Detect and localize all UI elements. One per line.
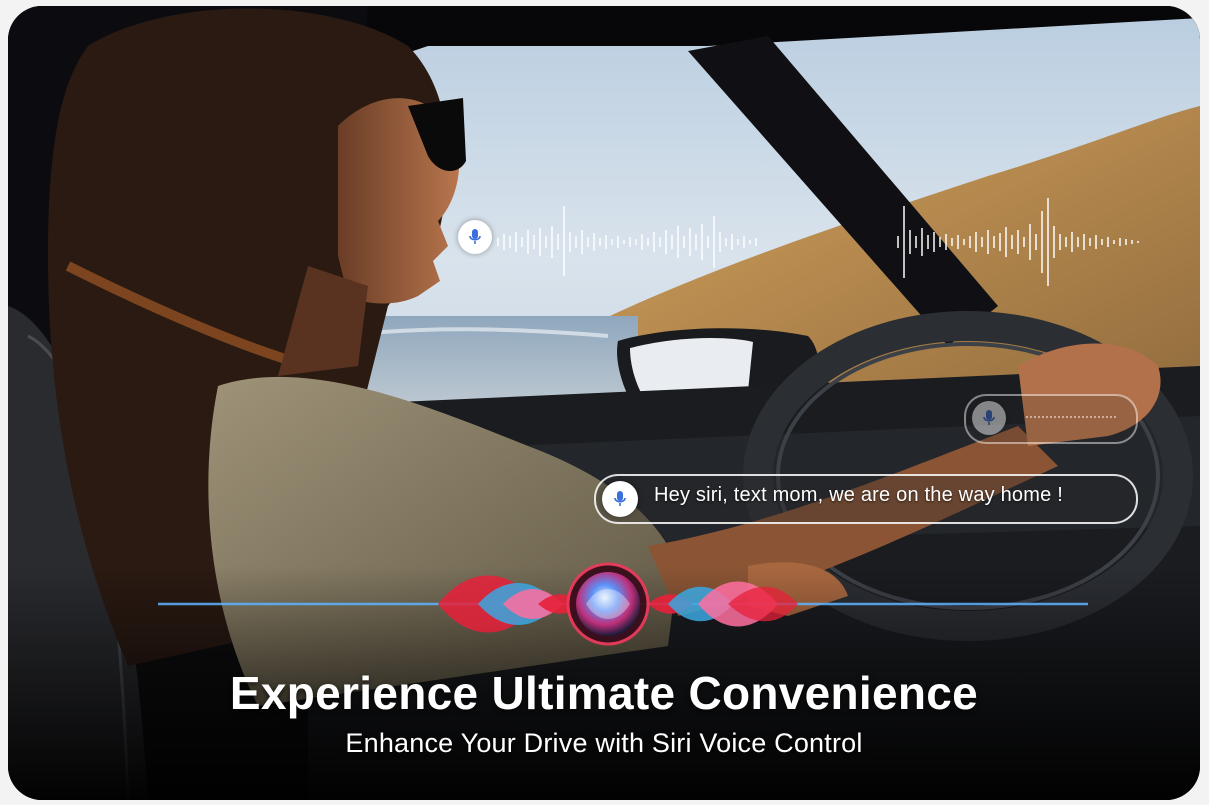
microphone-icon: [972, 401, 1006, 435]
headline: Experience Ultimate Convenience: [229, 667, 979, 719]
voice-command-text: Hey siri, text mom, we are on the way ho…: [654, 484, 1063, 506]
microphone-icon: [602, 481, 638, 517]
siri-orb-icon: [566, 562, 650, 646]
voice-command-bubble: Hey siri, text mom, we are on the way ho…: [594, 474, 1138, 524]
typing-dots: [1026, 416, 1116, 420]
promo-frame: Hey siri, text mom, we are on the way ho…: [8, 6, 1200, 800]
subheadline: Enhance Your Drive with Siri Voice Contr…: [345, 728, 863, 758]
faded-voice-pill: [964, 394, 1138, 444]
microphone-icon: [458, 220, 492, 254]
